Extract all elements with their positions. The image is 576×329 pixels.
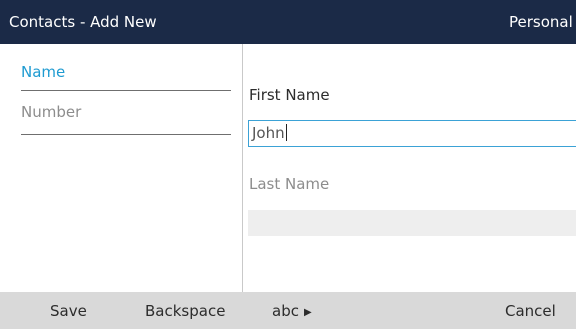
screen-title: Contacts - Add New [9,13,157,31]
first-name-input[interactable]: John [248,120,576,147]
last-name-label: Last Name [249,175,330,193]
sidebar-item-name[interactable]: Name [21,63,231,81]
account-label: Personal [509,13,573,31]
input-mode-button[interactable]: abc ▶ [272,302,312,320]
sidebar: Name Number [0,44,243,292]
save-button[interactable]: Save [50,302,87,320]
title-bar: Contacts - Add New Personal [0,0,576,44]
cancel-button[interactable]: Cancel [505,302,556,320]
divider [21,134,231,135]
first-name-value: John [252,124,287,142]
triangle-right-icon: ▶ [303,307,312,318]
sidebar-item-number[interactable]: Number [21,103,231,121]
backspace-button[interactable]: Backspace [145,302,225,320]
first-name-label: First Name [249,86,330,104]
last-name-input[interactable] [248,210,576,236]
text-cursor [285,124,287,141]
input-mode-label: abc [272,302,299,320]
contact-form: First Name John Last Name [243,44,576,292]
divider [21,90,231,91]
softkey-bar: Save Backspace abc ▶ Cancel [0,292,576,329]
